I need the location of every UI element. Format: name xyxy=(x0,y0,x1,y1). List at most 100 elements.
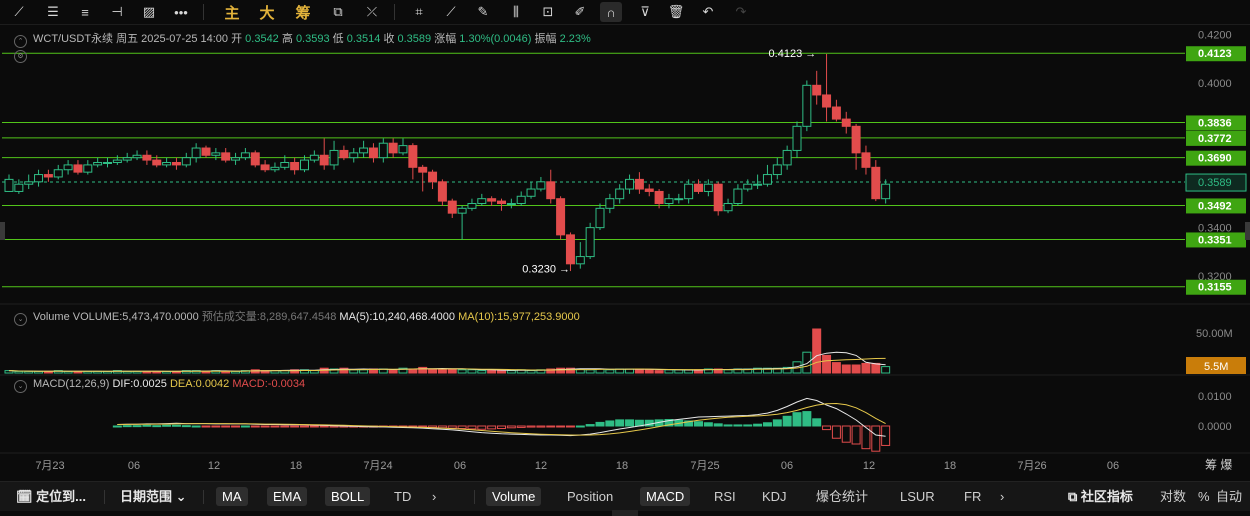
time-tick-label: 06 xyxy=(128,460,140,472)
price-annotation: 0.4123 → xyxy=(769,48,817,60)
collapse-chevron-icon[interactable]: ⌃ xyxy=(14,35,27,48)
low-label: 低 xyxy=(332,33,344,45)
change-label: 涨幅 xyxy=(434,33,457,45)
macd-histogram-bar xyxy=(782,415,792,427)
right-scroll-handle[interactable] xyxy=(1245,222,1250,240)
macd-histogram-bar xyxy=(280,425,290,428)
time-tick-label: 18 xyxy=(616,460,628,472)
candle-body xyxy=(812,84,822,96)
ruler-icon[interactable]: ⟋ xyxy=(440,2,462,22)
current-price-label: 0.3589 xyxy=(1198,177,1232,189)
macd-histogram-bar xyxy=(477,425,487,430)
volume-bar xyxy=(822,354,832,374)
amplitude-label: 振幅 xyxy=(534,33,557,45)
macd-value: MACD:-0.0034 xyxy=(232,378,306,390)
candle-body xyxy=(221,152,231,161)
candle-body xyxy=(408,145,418,168)
macd-histogram-bar xyxy=(556,425,566,428)
crop-icon[interactable]: ⌗ xyxy=(408,2,430,22)
volume-legend: ⌄ Volume VOLUME:5,473,470.0000 预估成交量:8,28… xyxy=(14,308,580,326)
screenshot-icon[interactable]: ⧉ xyxy=(327,2,349,22)
candle-body xyxy=(162,162,172,166)
candle-body xyxy=(792,125,802,151)
panel-resize-handle[interactable] xyxy=(612,510,638,516)
candle-body xyxy=(851,125,861,154)
volume-bar xyxy=(605,369,615,374)
macd-histogram-bar xyxy=(231,425,241,428)
more-dots-icon[interactable]: ••• xyxy=(170,2,192,22)
macd-label: MACD(12,26,9) xyxy=(33,378,110,390)
macd-histogram-bar xyxy=(772,419,782,427)
ema-button[interactable]: EMA xyxy=(267,487,308,506)
macd-histogram-bar xyxy=(211,425,221,428)
menu-icon[interactable]: ☰ xyxy=(42,2,64,22)
volume-bar xyxy=(802,351,812,374)
candle-body xyxy=(191,147,201,159)
horizontal-line-icon[interactable]: ⊣ xyxy=(106,2,128,22)
volume-chevron-icon[interactable]: ⌄ xyxy=(14,313,27,326)
price-tick-label: 0.4200 xyxy=(1198,30,1232,42)
candle-body xyxy=(753,183,763,186)
volume-label: Volume xyxy=(33,311,70,323)
image-icon[interactable]: ▨ xyxy=(138,2,160,22)
candle-body xyxy=(171,162,181,166)
candle-body xyxy=(487,198,497,202)
macd-histogram-bar xyxy=(831,425,841,439)
time-tick-label: 18 xyxy=(944,460,956,472)
funnel-icon[interactable]: ⊽ xyxy=(634,2,656,22)
liquidation-stats-button[interactable]: 爆仓统计 xyxy=(810,487,874,506)
macd-histogram-bar xyxy=(171,424,181,427)
edit-icon[interactable]: ✐ xyxy=(569,2,591,22)
datetime-label: 2025-07-25 14:00 xyxy=(141,33,229,45)
lsur-button[interactable]: LSUR xyxy=(894,487,941,506)
ma-button[interactable]: MA xyxy=(216,487,248,506)
candle-tool-icon[interactable]: ⫼ xyxy=(505,2,527,22)
position-button[interactable]: Position xyxy=(561,487,619,506)
candle-body xyxy=(536,181,546,190)
boll-button[interactable]: BOLL xyxy=(325,487,371,506)
close-value: 0.3589 xyxy=(397,33,432,45)
undo-icon[interactable]: ↶ xyxy=(697,2,719,22)
macd-histogram-bar xyxy=(240,425,250,428)
macd-button[interactable]: MACD xyxy=(640,487,691,506)
date-range-button[interactable]: 日期范围 ⌄ xyxy=(114,487,193,506)
main-indicators-next-icon[interactable]: › xyxy=(426,487,442,506)
settings-icon[interactable]: ⚙ xyxy=(14,50,27,63)
candle-body xyxy=(339,149,349,159)
price-tick-label: 0.4000 xyxy=(1198,78,1232,90)
macd-histogram-bar xyxy=(162,424,172,427)
auto-scale-button[interactable]: 自动 xyxy=(1210,487,1248,506)
lock-icon[interactable]: ⊡ xyxy=(537,2,559,22)
redo-icon[interactable]: ↷ xyxy=(730,2,752,22)
clear-icon[interactable]: ⤫ xyxy=(361,2,383,22)
trend-line-icon[interactable]: ⟋ xyxy=(8,2,30,22)
time-tick-label: 18 xyxy=(290,460,302,472)
left-scroll-handle[interactable] xyxy=(0,222,5,240)
sub-indicators-next-icon[interactable]: › xyxy=(994,487,1010,506)
td-button[interactable]: TD xyxy=(388,487,417,506)
settings-chevron[interactable]: ⚙ xyxy=(14,48,33,63)
macd-histogram-bar xyxy=(743,424,753,427)
trash-icon[interactable]: 🗑 xyxy=(665,2,687,22)
log-scale-button[interactable]: 对数 xyxy=(1154,487,1192,506)
volume-button[interactable]: Volume xyxy=(486,487,542,506)
candle-body xyxy=(743,183,753,190)
fr-button[interactable]: FR xyxy=(958,487,987,506)
magnet-icon[interactable]: ∩ xyxy=(600,2,622,22)
big-order-button[interactable]: 大 xyxy=(255,2,279,22)
volume-bar xyxy=(24,370,34,374)
chip-button[interactable]: 筹 xyxy=(291,2,315,22)
macd-histogram-bar xyxy=(132,425,142,428)
macd-histogram-bar xyxy=(851,425,861,445)
brush-icon[interactable]: ✎ xyxy=(472,2,494,22)
locate-button[interactable]: 🗓 定位到... xyxy=(10,487,92,506)
kdj-button[interactable]: KDJ xyxy=(756,487,793,506)
rsi-button[interactable]: RSI xyxy=(708,487,742,506)
community-indicators-button[interactable]: ⧉ 社区指标 xyxy=(1062,487,1139,506)
parallel-lines-icon[interactable]: ≡ xyxy=(74,2,96,22)
main-chart-button[interactable]: 主 xyxy=(220,2,244,22)
macd-chevron-icon[interactable]: ⌄ xyxy=(14,380,27,393)
candle-body xyxy=(762,174,772,185)
indicator-bar: 🗓 定位到... 日期范围 ⌄ MA EMA BOLL TD › Volume … xyxy=(0,481,1250,511)
price-chart[interactable]: 0.42000.40000.34000.32000.41230.38360.37… xyxy=(0,25,1250,480)
